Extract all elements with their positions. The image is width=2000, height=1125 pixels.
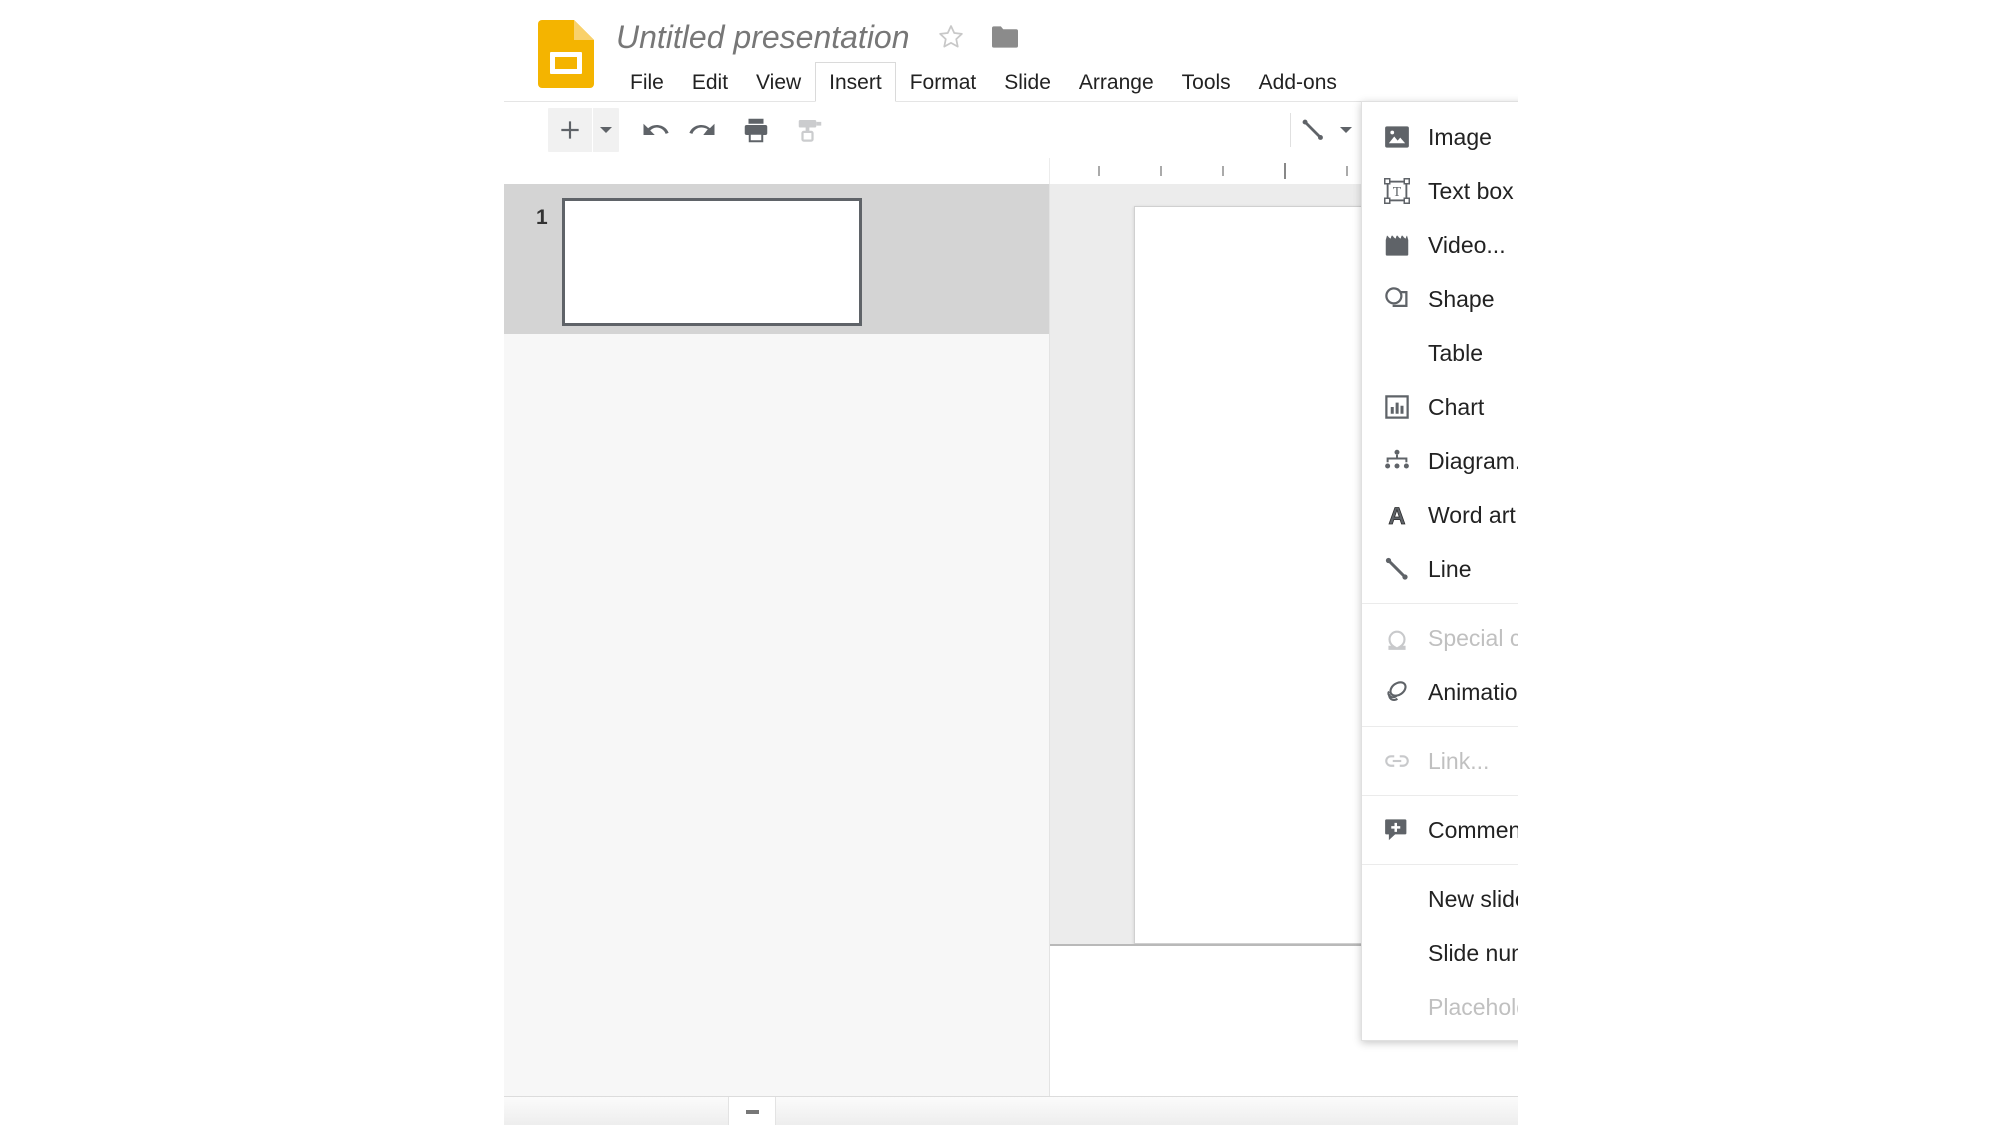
redo-icon[interactable] (679, 108, 725, 152)
slide-filmstrip[interactable]: 1 (504, 184, 1049, 1125)
menu-item-label: Link... (1428, 747, 1490, 774)
chevron-down-icon[interactable] (593, 108, 619, 152)
menu-format[interactable]: Format (896, 62, 991, 102)
menu-add-ons[interactable]: Add-ons (1245, 62, 1351, 102)
menu-arrange[interactable]: Arrange (1065, 62, 1168, 102)
image-icon (1382, 122, 1428, 152)
menu-item-label: Text box (1428, 177, 1514, 204)
menu-item-text-box[interactable]: T Text box (1362, 164, 1518, 218)
line-icon[interactable] (1299, 116, 1327, 144)
toolbar-divider (1289, 113, 1291, 147)
menu-divider (1362, 795, 1518, 796)
shape-icon (1382, 284, 1428, 314)
menu-item-image[interactable]: Image (1362, 110, 1518, 164)
menu-item-comment[interactable]: Comment Ctrl+Alt+M (1362, 803, 1518, 857)
menu-divider (1362, 603, 1518, 604)
menu-tools[interactable]: Tools (1168, 62, 1245, 102)
app-header: Untitled presentation File Edit View Ins… (504, 0, 1518, 115)
menu-item-animation[interactable]: Animation (1362, 665, 1518, 719)
diagram-icon (1382, 446, 1428, 476)
menu-item-placeholder[interactable]: Placeholder (1362, 980, 1518, 1034)
menu-item-label: Chart (1428, 393, 1485, 420)
menu-item-line[interactable]: Line (1362, 542, 1518, 596)
ruler-tick (1098, 166, 1100, 176)
chevron-down-icon[interactable] (1339, 125, 1353, 135)
ruler-tick-major (1284, 163, 1286, 179)
text-box-icon: T (1382, 176, 1428, 206)
plus-icon[interactable] (548, 108, 592, 152)
menu-bar: File Edit View Insert Format Slide Arran… (616, 62, 1351, 102)
menu-divider (1362, 864, 1518, 865)
menu-item-slide-numbers[interactable]: Slide numbers... (1362, 926, 1518, 980)
menu-item-shape[interactable]: Shape (1362, 272, 1518, 326)
menu-item-label: Table (1428, 339, 1483, 366)
menu-item-new-slide[interactable]: New slide Ctrl+M (1362, 872, 1518, 926)
video-icon (1382, 230, 1428, 260)
undo-icon[interactable] (633, 108, 679, 152)
menu-item-special-characters[interactable]: Special characters... (1362, 611, 1518, 665)
paint-format-icon[interactable] (787, 108, 833, 152)
animation-icon (1382, 677, 1428, 707)
menu-item-label: Animation (1428, 678, 1518, 705)
menu-item-table[interactable]: Table (1362, 326, 1518, 380)
slides-app-window: Untitled presentation File Edit View Ins… (504, 0, 1518, 1125)
slides-logo-icon (538, 20, 594, 88)
omega-icon (1382, 623, 1428, 653)
ruler-tick (1160, 166, 1162, 176)
menu-item-label: Word art (1428, 501, 1516, 528)
menu-item-link[interactable]: Link... Ctrl+K (1362, 734, 1518, 788)
menu-item-label: Comment (1428, 816, 1518, 843)
menu-item-label: Diagram... (1428, 447, 1518, 474)
menu-item-label: Slide numbers... (1428, 939, 1518, 966)
new-slide-split-button[interactable] (548, 108, 619, 152)
menu-item-label: Placeholder (1428, 993, 1518, 1020)
minus-icon (745, 1109, 759, 1114)
slide-thumbnail-1[interactable] (562, 198, 862, 326)
ruler-tick (1222, 166, 1224, 176)
menu-item-diagram[interactable]: Diagram... (1362, 434, 1518, 488)
menu-item-label: Video... (1428, 231, 1506, 258)
star-outline-icon[interactable] (936, 22, 966, 52)
menu-item-chart[interactable]: Chart (1362, 380, 1518, 434)
menu-item-word-art[interactable]: A Word art (1362, 488, 1518, 542)
line-icon (1382, 554, 1428, 584)
title-row: Untitled presentation (616, 14, 1020, 60)
line-tool-button[interactable] (1299, 108, 1353, 152)
word-art-icon: A (1382, 500, 1428, 530)
menu-view[interactable]: View (742, 62, 815, 102)
google-slides-window: Untitled presentation File Edit View Ins… (0, 0, 2000, 1125)
menu-item-label: New slide (1428, 885, 1518, 912)
menu-item-label: Image (1428, 123, 1492, 150)
folder-icon[interactable] (990, 24, 1020, 50)
add-comment-icon (1382, 815, 1428, 845)
zoom-out-button[interactable] (728, 1097, 776, 1125)
menu-edit[interactable]: Edit (678, 62, 742, 102)
left-letterbox (0, 0, 504, 1125)
menu-item-label: Shape (1428, 285, 1495, 312)
bottom-status-bar (504, 1096, 1518, 1125)
menu-slide[interactable]: Slide (990, 62, 1065, 102)
svg-text:A: A (1388, 503, 1405, 530)
menu-file[interactable]: File (616, 62, 678, 102)
right-letterbox (1518, 0, 2000, 1125)
menu-divider (1362, 726, 1518, 727)
slide-number-label: 1 (536, 206, 548, 229)
menu-item-video[interactable]: Video... (1362, 218, 1518, 272)
link-icon (1382, 746, 1428, 776)
ruler-tick (1346, 166, 1348, 176)
svg-text:T: T (1393, 184, 1402, 199)
chart-icon (1382, 392, 1428, 422)
page-title[interactable]: Untitled presentation (616, 19, 910, 56)
print-icon[interactable] (733, 108, 779, 152)
insert-dropdown-menu[interactable]: Image T Text box Video... Shape Table Ch… (1361, 101, 1518, 1041)
menu-insert[interactable]: Insert (815, 62, 896, 102)
menu-item-label: Special characters... (1428, 624, 1518, 651)
menu-item-label: Line (1428, 555, 1472, 582)
